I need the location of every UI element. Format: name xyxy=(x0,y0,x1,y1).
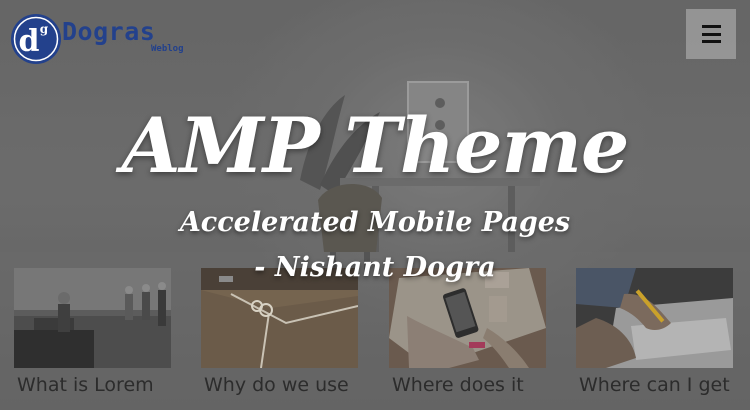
post-card[interactable]: What is Lorem xyxy=(14,268,172,410)
site-header: d g Dogras Weblog xyxy=(0,0,750,80)
logo-monogram-mark: g xyxy=(40,22,49,36)
post-card[interactable]: Where does it xyxy=(389,268,547,410)
post-title: Where can I get xyxy=(579,374,730,396)
hamburger-icon xyxy=(701,25,721,43)
hero-subtitle: Accelerated Mobile Pages xyxy=(179,207,571,238)
site-logo[interactable]: d g Dogras Weblog xyxy=(10,13,195,65)
logo-monogram: d xyxy=(19,24,40,59)
post-title: Where does it xyxy=(392,374,524,396)
hero-author: - Nishant Dogra xyxy=(254,252,496,283)
post-card[interactable]: Why do we use xyxy=(201,268,359,410)
logo-name: Dogras xyxy=(62,17,156,46)
post-title: What is Lorem xyxy=(17,374,154,396)
post-title: Why do we use xyxy=(204,374,349,396)
logo-subtitle: Weblog xyxy=(151,44,184,54)
logo-badge-icon: d g xyxy=(11,14,61,64)
post-card[interactable]: Where can I get xyxy=(576,268,734,410)
menu-button[interactable] xyxy=(686,9,736,59)
hero-title: AMP Theme xyxy=(121,101,630,190)
